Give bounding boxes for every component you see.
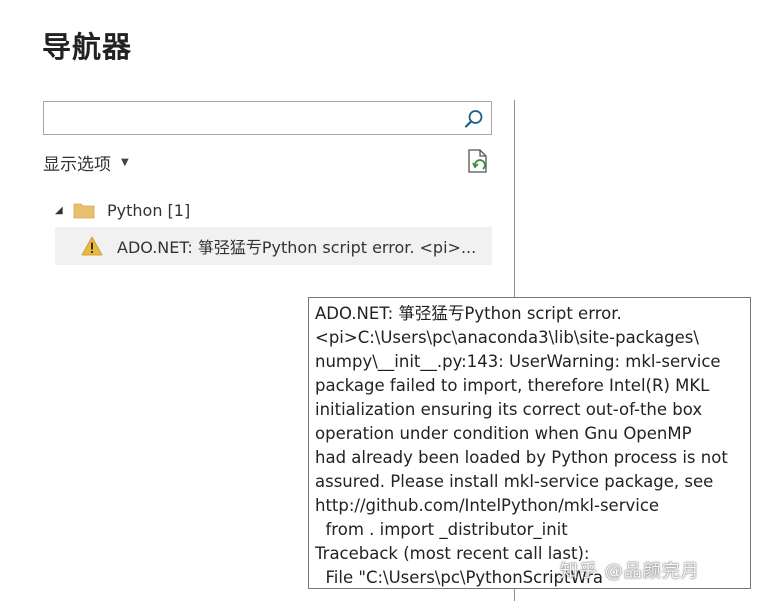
expand-triangle-icon[interactable]: ◢ [55,205,69,216]
search-icon[interactable] [463,108,485,130]
tree-folder-label: Python [1] [107,200,191,220]
search-input[interactable] [50,106,460,130]
refresh-icon[interactable] [466,148,490,176]
display-options-dropdown[interactable]: 显示选项 ▼ [43,150,129,175]
tree-folder-python[interactable]: ◢ Python [1] [55,196,190,224]
folder-icon [73,203,95,219]
display-options-label: 显示选项 [43,155,111,175]
tree-item-label: ADO.NET: 箏弪猛亐Python script error. <pi>..… [117,238,477,257]
tree-item-error[interactable]: ADO.NET: 箏弪猛亐Python script error. <pi>..… [55,227,492,265]
warning-icon [81,236,103,256]
error-tooltip: ADO.NET: 箏弪猛亐Python script error. <pi>C:… [308,297,751,589]
watermark-text: 知乎 @品颜完月 [560,561,700,582]
caret-down-icon: ▼ [121,157,129,168]
navigator-window: 导航器 显示选项 ▼ ◢ Python [1] ADO.NET: 箏弪猛亐Pyt… [0,0,759,601]
page-title: 导航器 [42,30,133,64]
search-box[interactable] [43,101,492,135]
